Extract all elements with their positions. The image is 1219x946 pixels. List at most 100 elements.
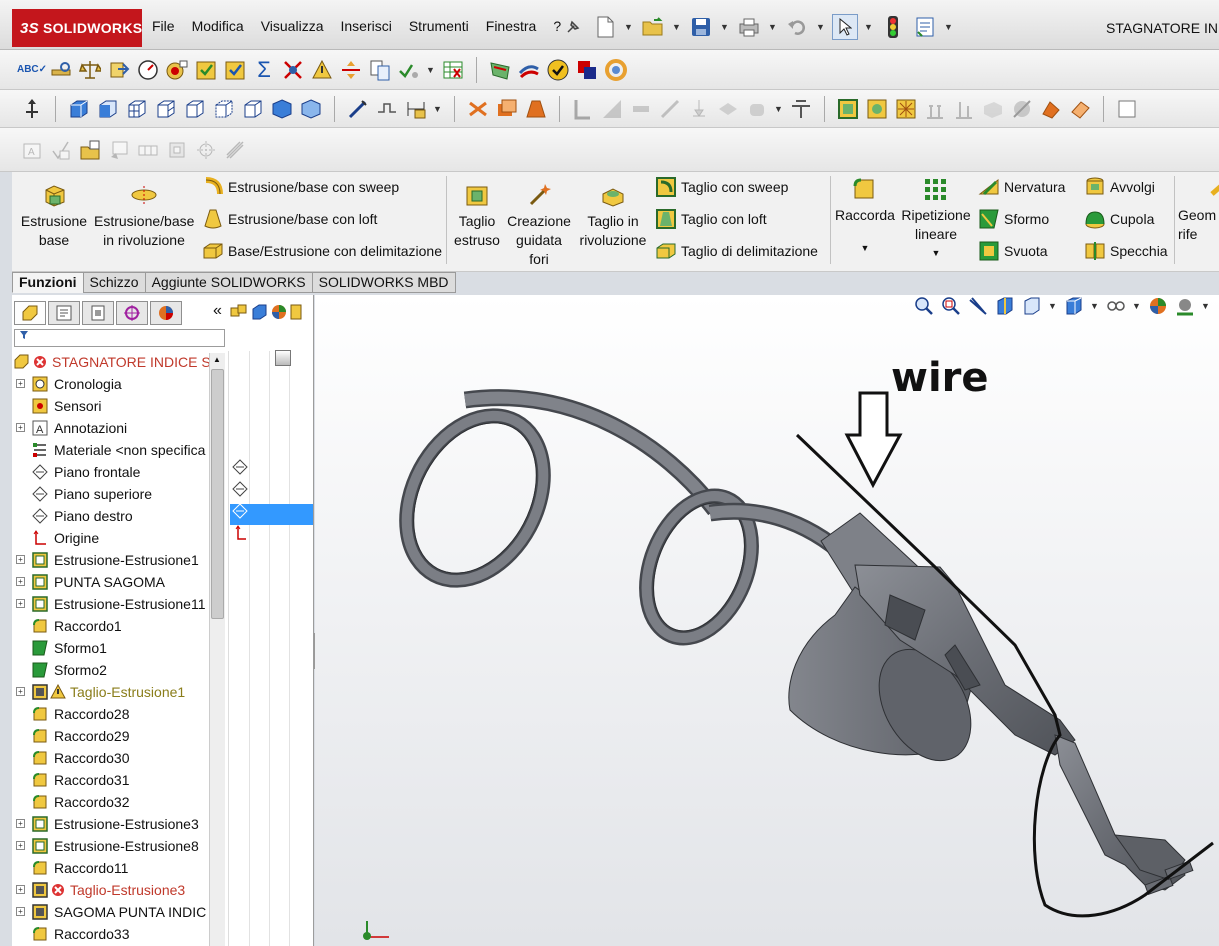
view-bottom-icon[interactable] (212, 97, 236, 121)
dimxpert-tab-icon[interactable] (116, 301, 148, 325)
section-properties-icon[interactable] (107, 58, 131, 82)
tree-item[interactable]: Raccordo31 (12, 769, 224, 791)
tree-item[interactable]: Materiale <non specifica (12, 439, 224, 461)
open-folder-icon[interactable] (640, 14, 666, 40)
sheet-metal-2-icon[interactable] (865, 97, 889, 121)
tree-item[interactable]: Raccordo29 (12, 725, 224, 747)
tree-item[interactable]: Piano destro (12, 505, 224, 527)
hole-callout-icon[interactable] (194, 138, 218, 162)
tree-item[interactable]: Raccordo11 (12, 857, 224, 879)
annotation-folder-icon[interactable] (78, 138, 102, 162)
revolved-cut-button[interactable]: Taglio in rivoluzione (577, 182, 649, 250)
tree-item[interactable]: Raccordo32 (12, 791, 224, 813)
view-left-icon[interactable] (125, 97, 149, 121)
scrollbar-thumb[interactable] (211, 369, 224, 619)
flow-simulation-icon[interactable] (517, 58, 541, 82)
table-icon[interactable] (441, 58, 465, 82)
simulation-icon[interactable] (488, 58, 512, 82)
collapse-panel-icon[interactable]: « (213, 302, 222, 320)
equations-sigma-icon[interactable]: Σ (252, 57, 276, 82)
tree-item[interactable]: Piano superiore (12, 483, 224, 505)
mold-tool-4-icon[interactable] (658, 97, 682, 121)
check-icon[interactable] (194, 58, 218, 82)
revolve-boss-button[interactable]: Estrusione/base in rivoluzione (94, 182, 194, 250)
fillet-dropdown-icon[interactable]: ▼ (834, 239, 896, 258)
tree-item[interactable]: + Estrusione-Estrusione3 (12, 813, 224, 835)
new-dropdown-icon[interactable]: ▼ (624, 22, 634, 32)
tab-mbd[interactable]: SOLIDWORKS MBD (311, 272, 456, 293)
menu-tools[interactable]: Strumenti (409, 18, 469, 34)
feature-shell-icon[interactable] (495, 97, 519, 121)
expand-toggle-icon[interactable]: + (16, 819, 25, 828)
tooling-split-icon[interactable] (789, 97, 813, 121)
dome-button[interactable]: Cupola (1084, 208, 1154, 230)
smart-dimension-icon[interactable] (404, 97, 428, 121)
geometric-tolerance-icon[interactable] (136, 138, 160, 162)
compare-documents-icon[interactable] (368, 58, 392, 82)
display-manager-tab-icon[interactable] (150, 301, 182, 325)
tab-features[interactable]: Funzioni (12, 272, 84, 293)
sensor-gauge-icon[interactable] (136, 58, 160, 82)
appearance-sphere-icon[interactable] (270, 303, 288, 324)
boundary-boss-button[interactable]: Base/Estrusione con delimitazione (202, 240, 442, 262)
print-dropdown-icon[interactable]: ▼ (768, 22, 778, 32)
sheet-metal-5-icon[interactable] (952, 97, 976, 121)
file-properties-icon[interactable] (912, 14, 938, 40)
render-tools-icon[interactable] (604, 58, 628, 82)
draft-button[interactable]: Sformo (978, 208, 1049, 230)
spell-check-icon[interactable]: ABC✓ (17, 58, 47, 82)
surface-finish-icon[interactable] (49, 138, 73, 162)
sheet-metal-3-icon[interactable] (894, 97, 918, 121)
property-manager-tab-icon[interactable] (48, 301, 80, 325)
menu-insert[interactable]: Inserisci (340, 18, 391, 34)
mass-properties-icon[interactable] (78, 58, 102, 82)
tree-item[interactable]: + A Annotazioni (12, 417, 224, 439)
configuration-manager-tab-icon[interactable] (82, 301, 114, 325)
linear-pattern-button[interactable]: Ripetizione lineare ▼ (900, 176, 972, 263)
solidworks-logo[interactable]: 3S SOLIDWORKS (12, 9, 142, 47)
undercut-warning-icon[interactable] (310, 58, 334, 82)
mold-tool-2-icon[interactable] (600, 97, 624, 121)
sheet-metal-9-icon[interactable] (1068, 97, 1092, 121)
gutter-toggle-icon[interactable] (275, 350, 291, 366)
menu-window[interactable]: Finestra (486, 18, 537, 34)
undo-icon[interactable] (784, 14, 810, 40)
expand-toggle-icon[interactable]: + (16, 907, 25, 916)
tab-sketch[interactable]: Schizzo (82, 272, 146, 293)
tree-item[interactable]: + Cronologia (12, 373, 224, 395)
normal-to-icon[interactable] (20, 97, 44, 121)
save-icon[interactable] (688, 14, 714, 40)
scroll-up-icon[interactable]: ▲ (213, 355, 221, 364)
tree-item[interactable]: Raccordo30 (12, 747, 224, 769)
mold-tool-6-icon[interactable] (716, 97, 740, 121)
expand-toggle-icon[interactable]: + (16, 599, 25, 608)
open-dropdown-icon[interactable]: ▼ (672, 22, 682, 32)
fillet-button[interactable]: Raccorda ▼ (834, 176, 896, 258)
view-front-icon[interactable] (67, 97, 91, 121)
feature-extrude-icon[interactable] (466, 97, 490, 121)
view-right-icon[interactable] (154, 97, 178, 121)
expand-toggle-icon[interactable]: + (16, 841, 25, 850)
filter-field[interactable] (14, 329, 225, 347)
view-top-icon[interactable] (183, 97, 207, 121)
sheet-metal-7-icon[interactable] (1010, 97, 1034, 121)
lofted-cut-button[interactable]: Taglio con loft (655, 208, 767, 230)
mold-tool-3-icon[interactable] (629, 97, 653, 121)
boundary-cut-button[interactable]: Taglio di delimitazione (655, 240, 818, 262)
datum-target-icon[interactable] (165, 138, 189, 162)
extrude-boss-button[interactable]: Estrusione base (20, 182, 88, 250)
tree-item[interactable]: Origine (12, 527, 224, 549)
feature-cone-icon[interactable] (524, 97, 548, 121)
shell-button[interactable]: Svuota (978, 240, 1048, 262)
components-icon[interactable] (230, 303, 248, 324)
statistics-icon[interactable] (165, 58, 189, 82)
tree-item[interactable]: + Estrusione-Estrusione8 (12, 835, 224, 857)
rib-button[interactable]: Nervatura (978, 176, 1065, 198)
expand-toggle-icon[interactable]: + (16, 885, 25, 894)
tree-root[interactable]: STAGNATORE INDICE S (12, 351, 224, 373)
tree-item[interactable]: Sformo1 (12, 637, 224, 659)
options-dropdown-icon[interactable]: ▼ (944, 22, 954, 32)
tree-item[interactable]: + Estrusione-Estrusione1 (12, 549, 224, 571)
datum-feature-icon[interactable] (107, 138, 131, 162)
tree-item[interactable]: + Taglio-Estrusione3 (12, 879, 224, 901)
